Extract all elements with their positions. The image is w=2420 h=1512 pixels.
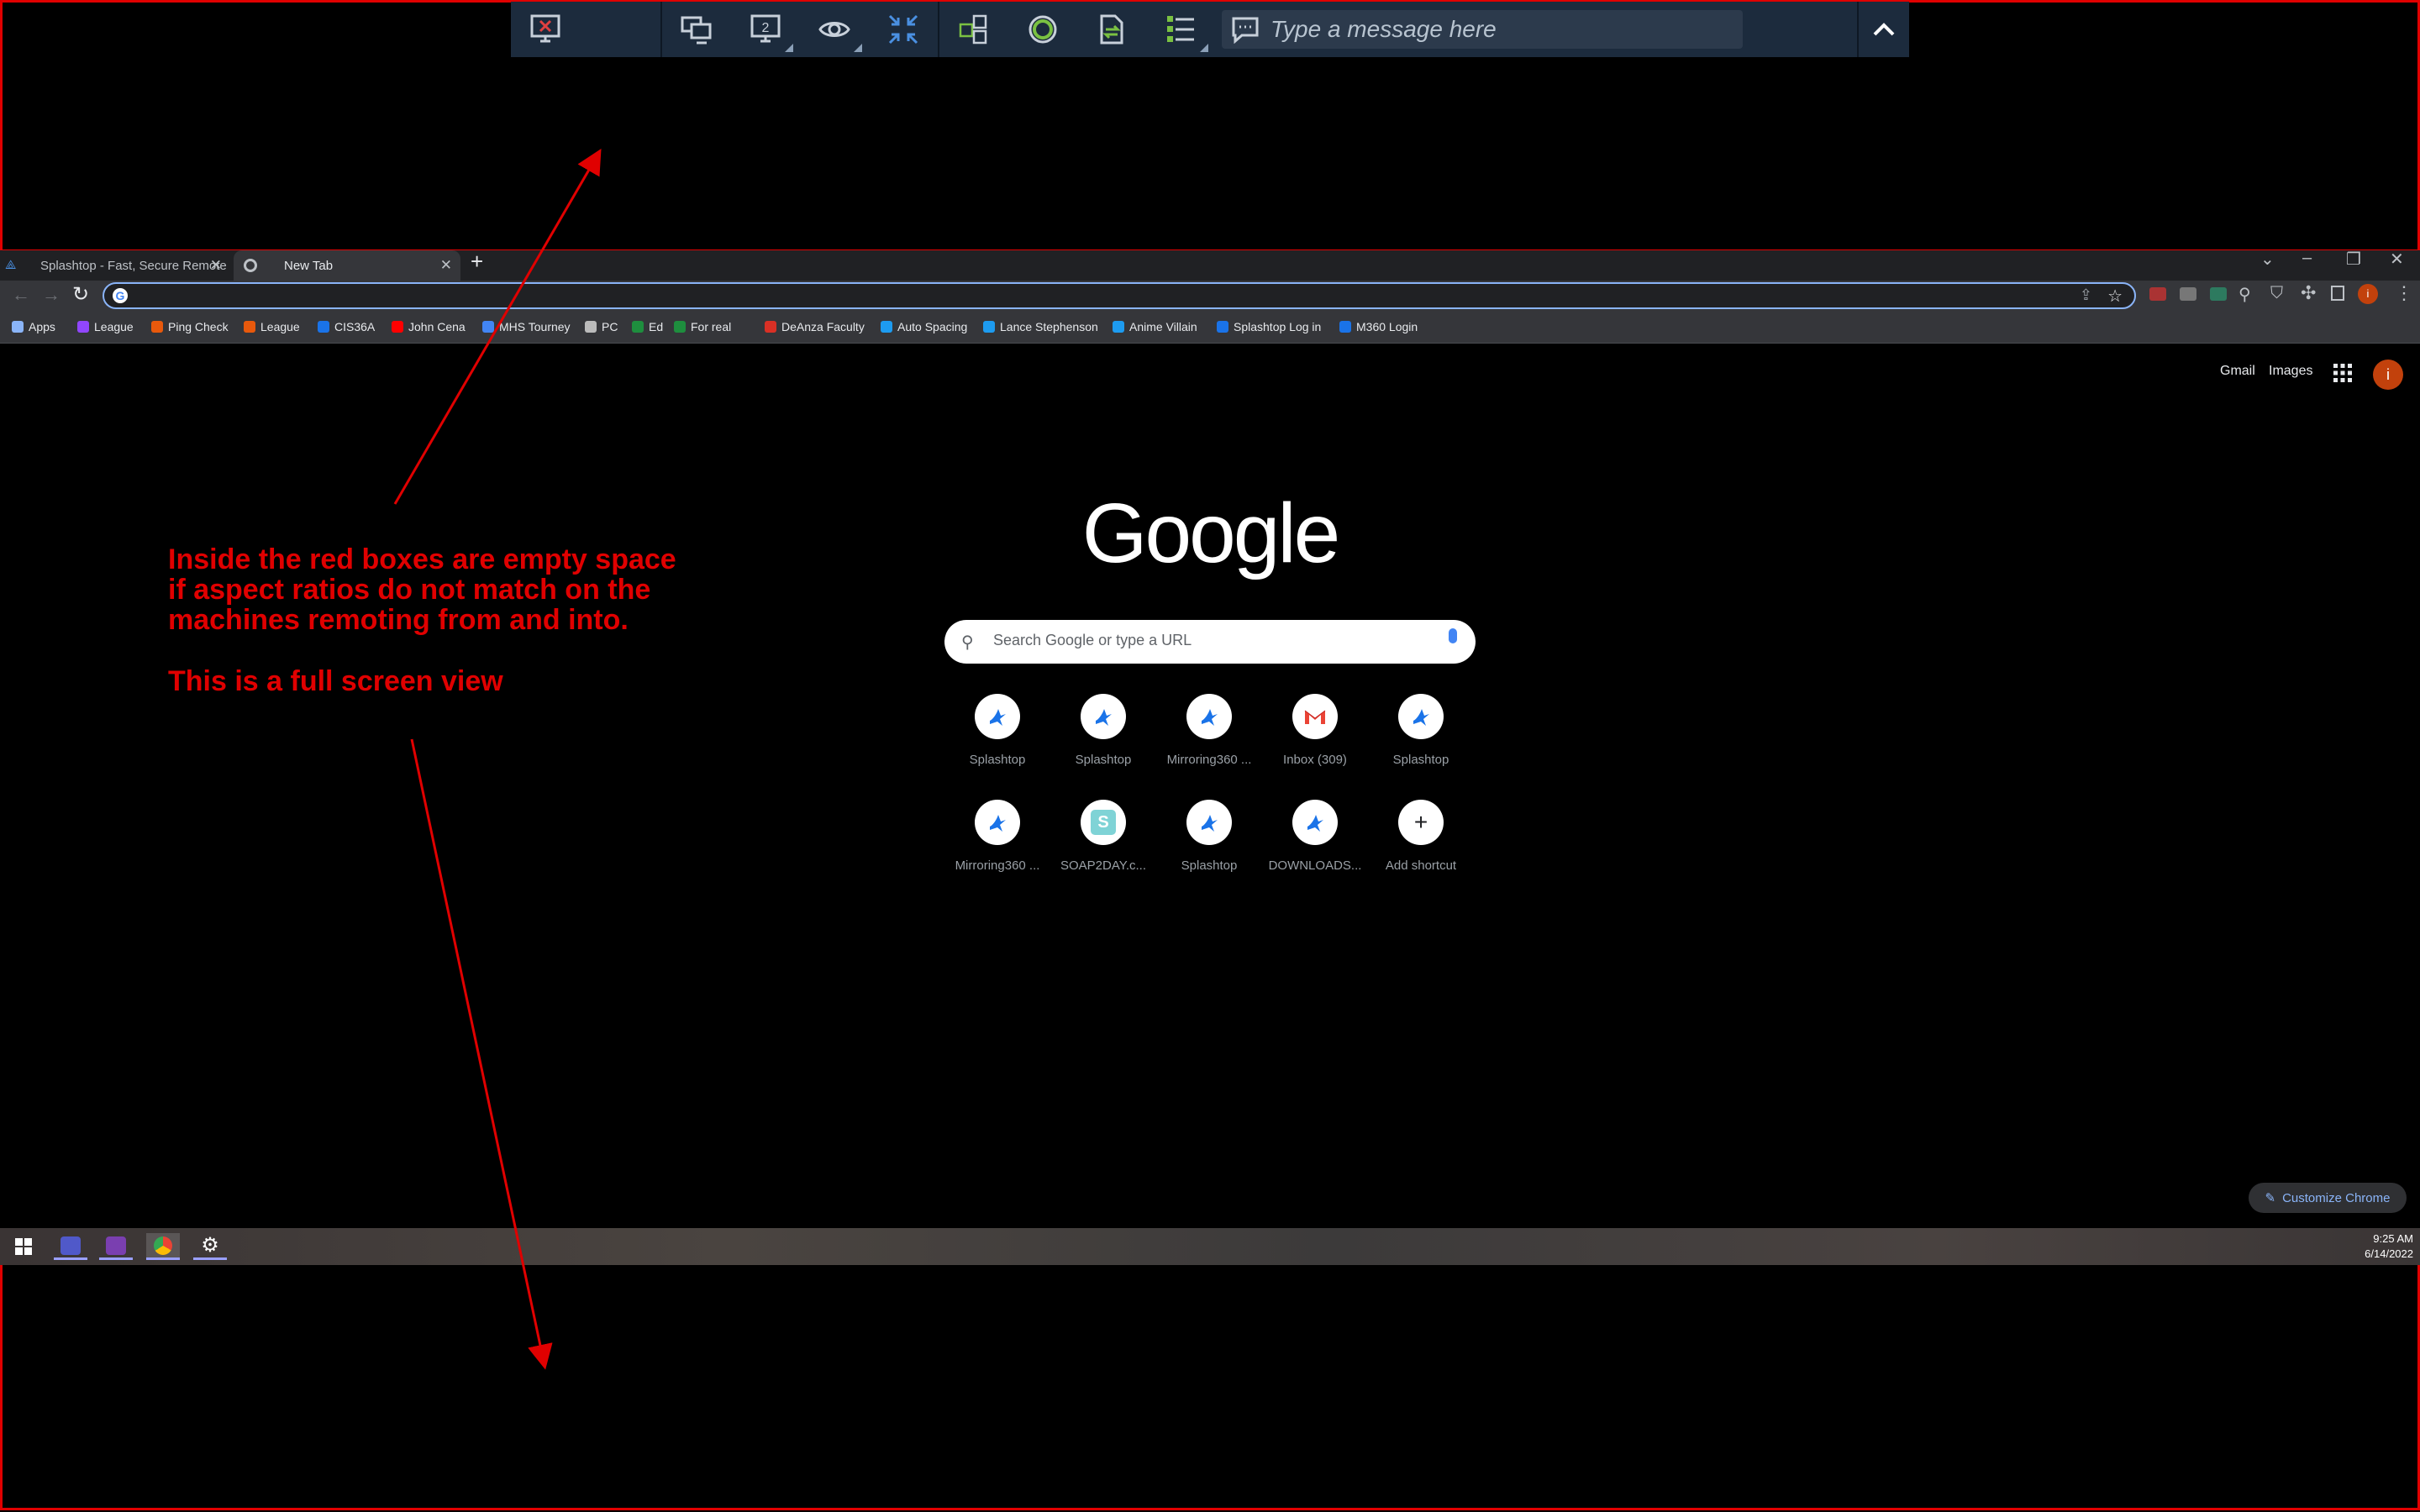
arrow-down	[410, 738, 553, 1370]
annotation-arrows	[393, 149, 602, 1370]
arrow-up	[393, 149, 602, 505]
